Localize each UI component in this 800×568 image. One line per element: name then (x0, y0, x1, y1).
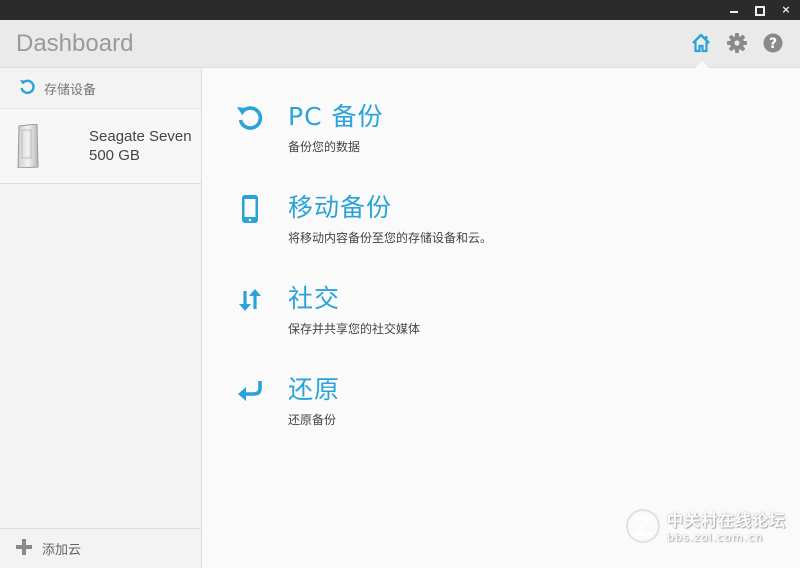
device-info: Seagate Seven 500 GB (89, 127, 192, 165)
refresh-icon[interactable] (18, 77, 36, 99)
device-capacity: 500 GB (89, 147, 140, 164)
restore-icon (234, 375, 266, 407)
pc-backup-icon (234, 102, 266, 134)
pc-backup-action[interactable]: PC 备份 备份您的数据 (234, 102, 383, 155)
minimize-button[interactable] (728, 3, 740, 17)
svg-text:?: ? (769, 36, 777, 52)
storage-devices-header[interactable]: 存储设备 (0, 68, 201, 108)
drive-icon (16, 123, 40, 169)
watermark-sub: bbs.zol.com.cn (666, 531, 764, 544)
storage-devices-label: 存储设备 (44, 82, 97, 98)
mobile-backup-action[interactable]: 移动备份 将移动内容备份至您的存储设备和云。 (234, 193, 492, 246)
watermark: 中关村在线论坛 bbs.zol.com.cn (625, 507, 786, 544)
social-arrows-icon (234, 284, 266, 316)
social-desc: 保存并共享您的社交媒体 (288, 322, 421, 336)
pc-backup-desc: 备份您的数据 (288, 140, 361, 154)
sidebar: 存储设备 Seagate Seven 500 GB 添加云 (0, 68, 202, 568)
mobile-backup-title[interactable]: 移动备份 (288, 193, 492, 223)
home-icon[interactable] (690, 32, 712, 54)
app-header: Dashboard ? (0, 20, 800, 68)
add-cloud-label: 添加云 (42, 543, 82, 558)
zol-logo-icon (625, 508, 660, 543)
restore-action[interactable]: 还原 还原备份 (234, 375, 340, 428)
pc-backup-title[interactable]: PC 备份 (288, 102, 383, 132)
restore-desc: 还原备份 (288, 413, 337, 427)
page-title: Dashboard (16, 30, 134, 57)
watermark-main: 中关村在线论坛 (666, 511, 786, 530)
device-name: Seagate Seven (89, 128, 192, 145)
help-icon[interactable]: ? (762, 32, 784, 54)
window-controls: × (728, 0, 792, 20)
mobile-backup-desc: 将移动内容备份至您的存储设备和云。 (288, 231, 493, 245)
social-action[interactable]: 社交 保存并共享您的社交媒体 (234, 284, 420, 337)
device-item[interactable]: Seagate Seven 500 GB (0, 108, 201, 184)
close-button[interactable]: × (780, 3, 792, 17)
header-toolbar: ? (690, 32, 784, 54)
mobile-icon (234, 193, 266, 225)
maximize-button[interactable] (754, 3, 766, 17)
add-cloud-button[interactable]: 添加云 (0, 528, 201, 568)
window-titlebar: × (0, 0, 800, 20)
plus-icon (16, 538, 32, 559)
social-title[interactable]: 社交 (288, 284, 420, 314)
restore-title[interactable]: 还原 (288, 375, 340, 405)
dashboard-main: PC 备份 备份您的数据 移动备份 将移动内容备份至您的存储设备和云。 社交 保… (202, 68, 800, 568)
gear-icon[interactable] (726, 32, 748, 54)
